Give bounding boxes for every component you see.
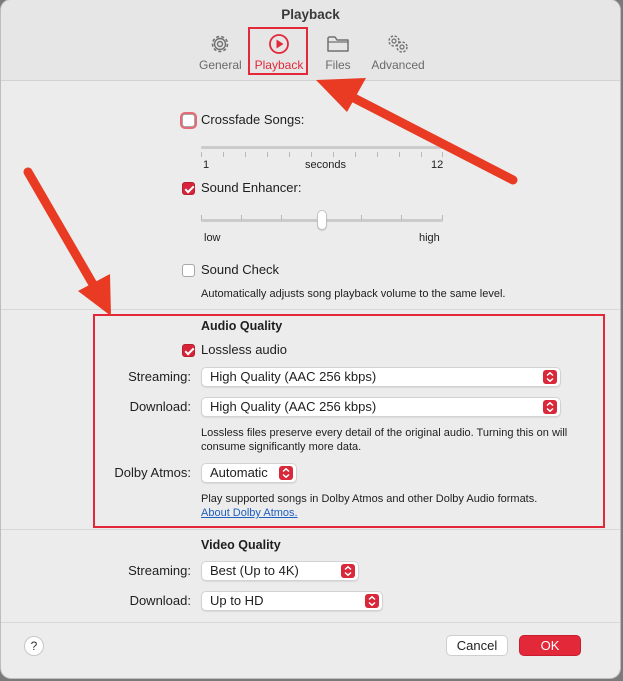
annotation-arrows (23, 78, 518, 316)
arrow-to-playback-tab (316, 78, 518, 185)
arrow-to-audio-quality (23, 167, 111, 316)
